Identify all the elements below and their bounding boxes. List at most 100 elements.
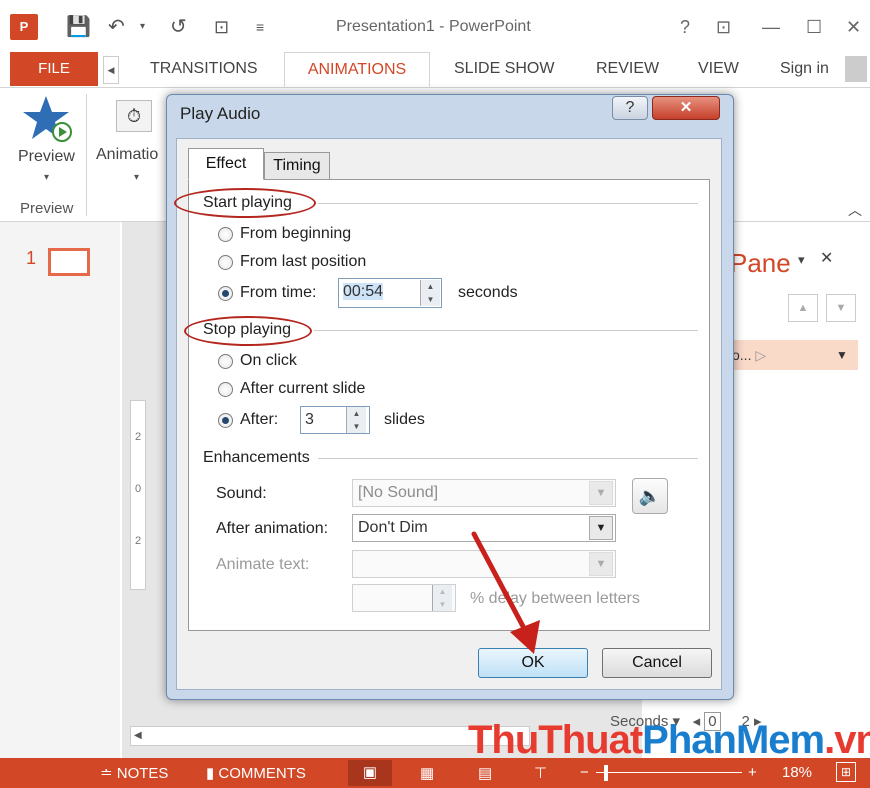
seconds-label: seconds [458, 284, 518, 301]
enhancements-heading: Enhancements [203, 449, 310, 466]
after-current-slide-label[interactable]: After current slide [240, 380, 365, 398]
from-last-position-radio[interactable] [218, 255, 233, 270]
window-title: Presentation1 - PowerPoint [336, 18, 531, 35]
slides-pane [0, 222, 120, 758]
comments-button[interactable]: ▮ COMMENTS [206, 764, 306, 782]
watermark: ThuThuatPhanMem.vn [468, 718, 870, 763]
after-animation-value: Don't Dim [358, 519, 428, 536]
sound-select: [No Sound] [352, 479, 616, 507]
tab-review[interactable]: REVIEW [596, 52, 659, 87]
dialog-close-button[interactable]: ✕ [652, 96, 720, 120]
slide-number: 1 [26, 248, 37, 268]
item-dropdown-icon[interactable]: ▼ [836, 348, 848, 362]
pane-close-icon[interactable]: ✕ [820, 248, 833, 268]
animation-pane-icon[interactable]: ⏱ [116, 100, 152, 132]
ruler-label: 2 [134, 535, 142, 547]
undo-dropdown-icon[interactable]: ▾ [140, 14, 145, 40]
from-time-radio[interactable] [218, 286, 233, 301]
comments-label: COMMENTS [218, 765, 306, 782]
tab-effect[interactable]: Effect [188, 148, 264, 180]
ribbon-separator [86, 94, 87, 216]
slide-thumbnail[interactable] [48, 248, 90, 276]
tab-timing[interactable]: Timing [264, 152, 330, 180]
after-slides-value: 3 [305, 411, 314, 428]
after-radio[interactable] [218, 413, 233, 428]
pane-title: Pane [730, 248, 791, 278]
reading-view-icon[interactable]: ▤ [478, 764, 492, 782]
preview-button[interactable]: Preview [18, 148, 75, 166]
help-icon[interactable]: ? [680, 14, 690, 40]
after-current-slide-radio[interactable] [218, 382, 233, 397]
zoom-slider-thumb[interactable] [604, 765, 608, 781]
avatar[interactable] [845, 56, 867, 82]
zoom-level[interactable]: 18% [782, 764, 812, 781]
from-last-position-label[interactable]: From last position [240, 253, 366, 271]
slide-sorter-icon[interactable]: ▦ [420, 764, 434, 782]
after-label[interactable]: After: [240, 411, 278, 429]
ruler-label: 0 [134, 483, 142, 495]
save-icon[interactable]: 💾 [66, 14, 91, 40]
on-click-radio[interactable] [218, 354, 233, 369]
play-trigger-icon: ▷ [755, 347, 767, 363]
maximize-icon[interactable]: ☐ [806, 14, 822, 40]
slideshow-view-icon[interactable]: ⊤ [534, 764, 547, 782]
sign-in-link[interactable]: Sign in [780, 52, 829, 87]
zoom-slider[interactable] [596, 772, 742, 773]
speaker-icon[interactable]: 🔈 [632, 478, 668, 514]
normal-view-icon[interactable]: ▣ [348, 760, 392, 786]
move-up-icon[interactable]: ▲ [788, 294, 818, 322]
fit-to-window-icon[interactable]: ⊞ [836, 762, 856, 782]
watermark-part: .vn [824, 718, 870, 762]
tab-animations[interactable]: ANIMATIONS [284, 52, 430, 87]
from-beginning-radio[interactable] [218, 227, 233, 242]
zoom-in-icon[interactable]: + [748, 764, 757, 781]
move-down-icon[interactable]: ▼ [826, 294, 856, 322]
sound-dropdown-icon: ▼ [589, 481, 613, 505]
annotation-arrow-icon [471, 531, 540, 654]
scroll-left-icon[interactable]: ◀ [134, 730, 142, 741]
tabs-scroll-left-icon[interactable]: ◀ [103, 56, 119, 84]
delay-stepper: ▲ ▼ [432, 585, 452, 611]
after-animation-dropdown-icon[interactable]: ▼ [589, 516, 613, 540]
watermark-part: PhanMem [642, 718, 825, 762]
redo-icon[interactable]: ↺ [170, 14, 187, 40]
divider [314, 330, 698, 331]
zoom-out-icon[interactable]: − [580, 764, 589, 781]
start-playing-heading: Start playing [203, 194, 292, 211]
from-time-value: 00:54 [343, 283, 384, 300]
divider [318, 458, 698, 459]
undo-icon[interactable]: ↶ [108, 14, 125, 40]
close-icon[interactable]: ✕ [846, 14, 861, 40]
animation-styles-button[interactable]: Animatio [96, 146, 158, 164]
ruler-label: 2 [134, 431, 142, 443]
minimize-icon[interactable]: — [762, 14, 780, 40]
customize-qat-icon[interactable]: ≡ [256, 14, 264, 40]
sound-label: Sound: [216, 485, 267, 502]
ribbon-display-icon[interactable]: ⊡ [716, 14, 731, 40]
slides-label: slides [384, 411, 425, 428]
cancel-button[interactable]: Cancel [602, 648, 712, 678]
slideshow-icon[interactable]: ⊡ [214, 14, 229, 40]
tab-slide-show[interactable]: SLIDE SHOW [454, 52, 554, 87]
collapse-ribbon-icon[interactable]: ︿ [848, 200, 862, 220]
tab-transitions[interactable]: TRANSITIONS [150, 52, 258, 87]
tab-file[interactable]: FILE [10, 52, 98, 86]
sound-value: [No Sound] [358, 484, 439, 501]
stop-playing-heading: Stop playing [203, 321, 292, 338]
dialog-help-button[interactable]: ? [612, 96, 648, 120]
preview-group-label: Preview [20, 200, 74, 217]
tab-view[interactable]: VIEW [698, 52, 739, 87]
notes-label: NOTES [116, 765, 169, 782]
on-click-label[interactable]: On click [240, 352, 297, 370]
animate-text-dropdown-icon: ▼ [589, 552, 613, 576]
from-time-label[interactable]: From time: [240, 284, 316, 302]
preview-dropdown-icon[interactable]: ▾ [44, 172, 49, 183]
after-slides-stepper[interactable]: ▲ ▼ [346, 407, 366, 433]
from-beginning-label[interactable]: From beginning [240, 225, 351, 243]
notes-button[interactable]: ≐ NOTES [100, 764, 168, 782]
pane-options-icon[interactable]: ▾ [798, 252, 805, 268]
powerpoint-logo-icon: P [10, 14, 38, 40]
preview-star-icon[interactable] [22, 94, 74, 146]
animation-dropdown-icon[interactable]: ▾ [134, 172, 139, 183]
from-time-stepper[interactable]: ▲ ▼ [420, 280, 440, 306]
